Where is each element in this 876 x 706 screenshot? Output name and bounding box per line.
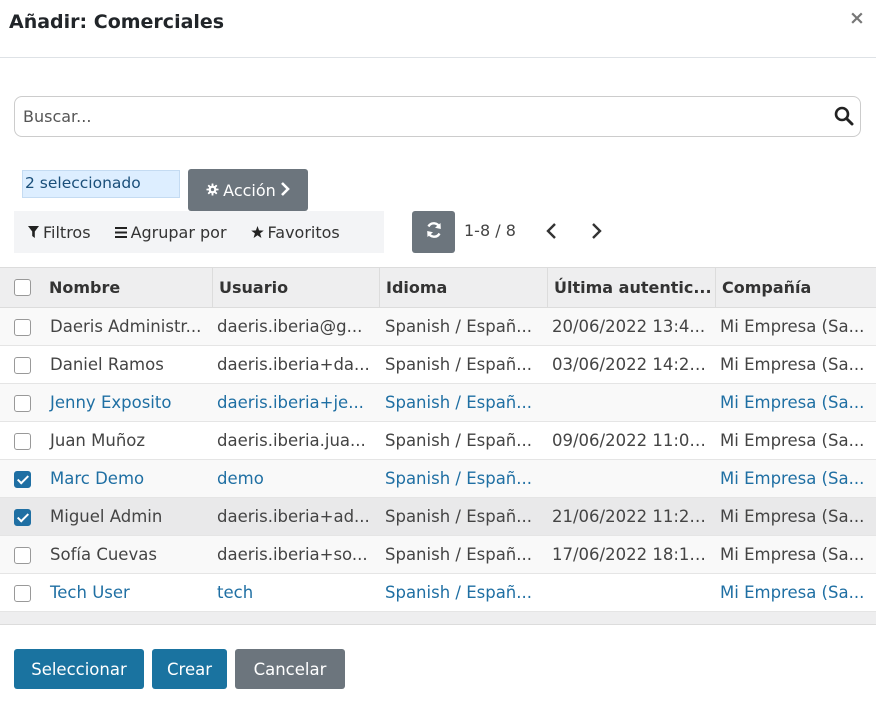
cell-ultima-autenticacion: 20/06/2022 13:4... [552, 317, 706, 336]
cell-ultima-autenticacion: 21/06/2022 11:22:... [552, 507, 714, 526]
table-header: Nombre Usuario Idioma Última autentic...… [0, 267, 876, 308]
chevron-right-icon [280, 181, 290, 200]
gear-icon [206, 181, 219, 200]
row-checkbox[interactable] [14, 547, 31, 564]
favorites-label: Favoritos [267, 222, 340, 242]
table-row[interactable]: Daniel Ramos daeris.iberia+da... Spanish /… [0, 346, 876, 384]
cell-idioma: Spanish / Españ... [385, 355, 533, 374]
cell-idioma: Spanish / Españ... [385, 393, 533, 412]
list-icon [114, 223, 127, 242]
refresh-icon [425, 221, 443, 243]
cell-ultima-autenticacion: 17/06/2022 18:19:... [552, 545, 714, 564]
cell-usuario: daeris.iberia+je... [217, 393, 364, 412]
filters-dropdown[interactable]: Filtros [14, 223, 103, 242]
chevron-left-icon[interactable] [542, 221, 562, 241]
column-header-ultima-autenticacion[interactable]: Última autentic... [548, 268, 716, 307]
cell-nombre: Marc Demo [50, 469, 145, 488]
cell-compania: Mi Empresa (Sa... [720, 469, 865, 488]
group-by-dropdown[interactable]: Agrupar por [103, 223, 239, 242]
search-input[interactable] [23, 97, 823, 136]
star-icon [250, 223, 264, 242]
column-header-idioma[interactable]: Idioma [380, 268, 548, 307]
cell-usuario: daeris.iberia+ad... [217, 507, 370, 526]
filters-label: Filtros [43, 222, 91, 242]
cell-compania: Mi Empresa (Sa... [720, 355, 865, 374]
row-checkbox[interactable] [14, 509, 31, 526]
create-button[interactable]: Crear [152, 649, 227, 689]
table-row[interactable]: Daeris Administr... daeris.iberia@g... Spa… [0, 308, 876, 346]
cell-usuario: tech [217, 583, 254, 602]
table-row[interactable]: Marc Demo demo Spanish / Españ... Mi Empres… [0, 460, 876, 498]
dialog-footer: Seleccionar Crear Cancelar [14, 649, 345, 689]
table-row[interactable]: Tech User tech Spanish / Españ... Mi Empres… [0, 574, 876, 612]
cell-idioma: Spanish / Españ... [385, 583, 533, 602]
cell-idioma: Spanish / Españ... [385, 545, 533, 564]
select-button[interactable]: Seleccionar [14, 649, 144, 689]
filter-icon [28, 223, 39, 242]
row-checkbox[interactable] [14, 357, 31, 374]
table-footer [0, 612, 876, 625]
search-panel-bar: Filtros Agrupar por Favoritos [14, 211, 384, 253]
cell-usuario: daeris.iberia@g... [217, 317, 363, 336]
dialog-title: Añadir: Comerciales [9, 11, 225, 33]
dialog-header: Añadir: Comerciales × [0, 0, 876, 58]
row-checkbox[interactable] [14, 319, 31, 336]
cell-idioma: Spanish / Españ... [385, 431, 533, 450]
close-icon[interactable]: × [849, 8, 865, 28]
cell-nombre: Daniel Ramos [50, 355, 164, 374]
cell-compania: Mi Empresa (Sa... [720, 317, 865, 336]
cell-ultima-autenticacion [548, 574, 714, 611]
cell-ultima-autenticacion: 03/06/2022 14:21... [552, 355, 714, 374]
search-icon[interactable] [834, 106, 854, 126]
cell-idioma: Spanish / Españ... [385, 469, 533, 488]
cell-usuario: daeris.iberia.jua... [217, 431, 366, 450]
row-checkbox[interactable] [14, 471, 31, 488]
table-row[interactable]: Juan Muñoz daeris.iberia.jua... Spanish / … [0, 422, 876, 460]
table-row[interactable]: Sofía Cuevas daeris.iberia+so... Spanish /… [0, 536, 876, 574]
cell-nombre: Sofía Cuevas [50, 545, 157, 564]
column-header-compania[interactable]: Compañía [716, 268, 876, 307]
row-checkbox[interactable] [14, 433, 31, 450]
cell-nombre: Juan Muñoz [50, 431, 146, 450]
chevron-right-icon[interactable] [586, 221, 606, 241]
row-checkbox[interactable] [14, 395, 31, 412]
cell-nombre: Tech User [50, 583, 130, 602]
row-checkbox[interactable] [14, 585, 31, 602]
favorites-dropdown[interactable]: Favoritos [239, 223, 352, 242]
group-by-label: Agrupar por [130, 222, 227, 242]
cell-nombre: Miguel Admin [50, 507, 163, 526]
cell-nombre: Jenny Exposito [50, 393, 172, 412]
cell-compania: Mi Empresa (Sa... [720, 507, 865, 526]
cell-usuario: demo [217, 469, 264, 488]
cell-usuario: daeris.iberia+so... [217, 545, 368, 564]
cell-compania: Mi Empresa (Sa... [720, 431, 865, 450]
cell-ultima-autenticacion [548, 384, 714, 421]
cell-ultima-autenticacion [548, 460, 714, 497]
cell-usuario: daeris.iberia+da... [217, 355, 370, 374]
cell-nombre: Daeris Administr... [50, 317, 202, 336]
table-body: Daeris Administr... daeris.iberia@g... Spa… [0, 308, 876, 612]
pager-value[interactable]: 1-8 / 8 [464, 221, 516, 240]
action-label: Acción [223, 180, 276, 200]
search-bar [14, 96, 861, 137]
select-all-checkbox[interactable] [14, 279, 31, 296]
action-button[interactable]: Acción [188, 169, 308, 211]
cell-idioma: Spanish / Españ... [385, 507, 533, 526]
cell-compania: Mi Empresa (Sa... [720, 583, 865, 602]
column-header-usuario[interactable]: Usuario [213, 268, 380, 307]
table-row[interactable]: Miguel Admin daeris.iberia+ad... Spanish /… [0, 498, 876, 536]
cell-compania: Mi Empresa (Sa... [720, 545, 865, 564]
cell-idioma: Spanish / Españ... [385, 317, 533, 336]
cell-ultima-autenticacion: 09/06/2022 11:07... [552, 431, 714, 450]
column-header-nombre[interactable]: Nombre [43, 268, 213, 307]
refresh-button[interactable] [412, 211, 455, 253]
records-table: Nombre Usuario Idioma Última autentic...… [0, 267, 876, 625]
cell-compania: Mi Empresa (Sa... [720, 393, 865, 412]
selected-count-badge: 2 seleccionado [22, 170, 180, 198]
cancel-button[interactable]: Cancelar [235, 649, 345, 689]
table-row[interactable]: Jenny Exposito daeris.iberia+je... Spanish… [0, 384, 876, 422]
